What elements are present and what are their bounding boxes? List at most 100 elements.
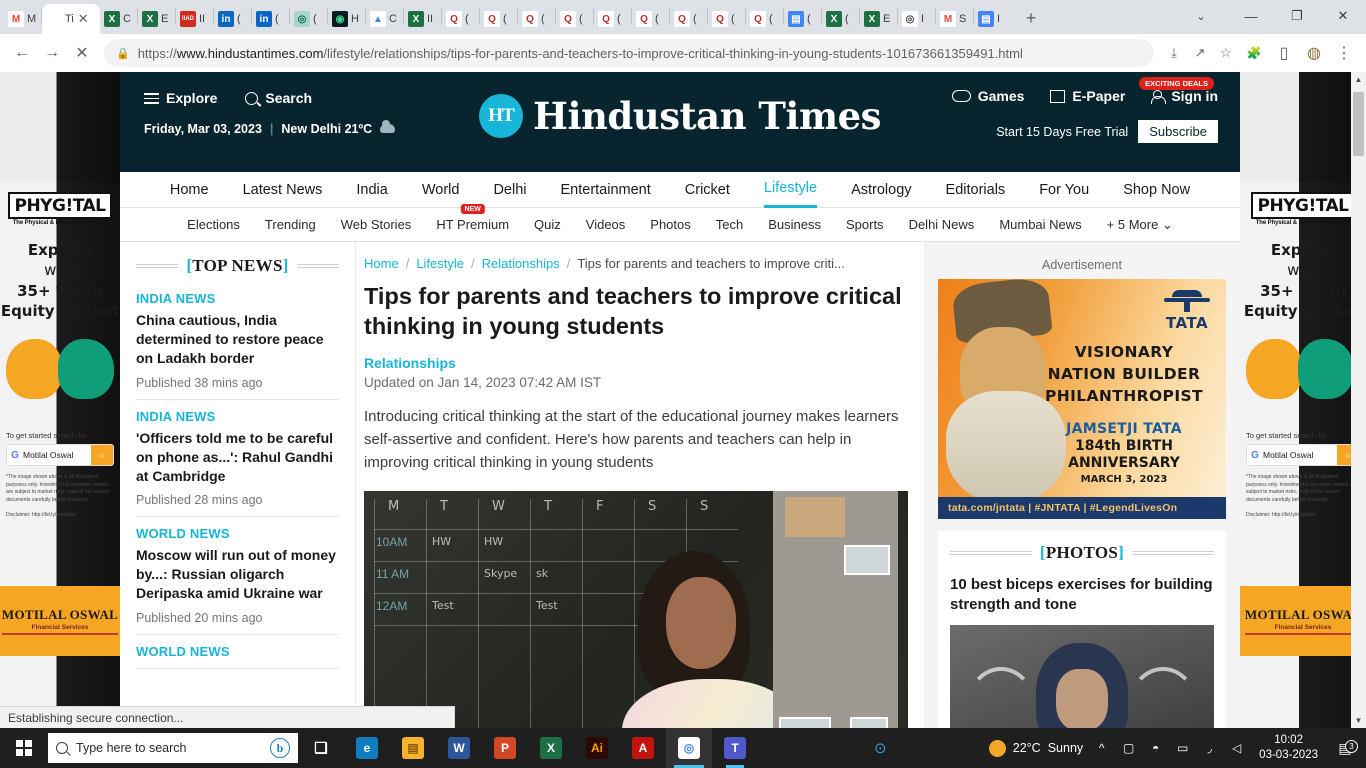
epaper-link[interactable]: E-Paper <box>1050 88 1125 104</box>
stop-loading-icon[interactable]: ✕ <box>68 39 96 67</box>
nav-item-entertainment[interactable]: Entertainment <box>560 182 650 198</box>
browser-tab[interactable]: ◉ H <box>328 4 365 34</box>
browser-tab[interactable]: Ti ✕ <box>42 4 100 34</box>
nav-item-for-you[interactable]: For You <box>1039 182 1089 198</box>
nav-item-lifestyle[interactable]: Lifestyle <box>763 172 818 208</box>
bing-chat-icon[interactable]: b <box>270 738 290 758</box>
nav-item-home[interactable]: Home <box>170 182 209 198</box>
taskbar-file-explorer[interactable]: ▤ <box>390 728 436 768</box>
search-icon[interactable]: ○ <box>91 445 113 465</box>
new-tab-button[interactable]: + <box>1017 4 1045 32</box>
extensions-icon[interactable]: 🧩 <box>1240 39 1268 67</box>
browser-tab[interactable]: X II <box>404 4 441 34</box>
share-icon[interactable]: ↗ <box>1188 41 1212 65</box>
nav-item-world[interactable]: World <box>422 182 460 198</box>
subnav-item-delhi-news[interactable]: Delhi News <box>909 217 975 232</box>
tab-close-icon[interactable]: ✕ <box>78 11 89 27</box>
scroll-down-arrow[interactable]: ▼ <box>1351 713 1366 728</box>
browser-tab[interactable]: Q( <box>670 4 707 34</box>
browser-tab[interactable]: XE <box>860 4 897 34</box>
side-panel-icon[interactable]: ▯ <box>1270 39 1298 67</box>
taskbar-powerpoint[interactable]: P <box>482 728 528 768</box>
nav-item-latest-news[interactable]: Latest News <box>243 182 323 198</box>
signin-link[interactable]: EXCITING DEALS Sign in <box>1139 77 1218 104</box>
search-button[interactable]: Search <box>245 90 312 106</box>
nav-item-delhi[interactable]: Delhi <box>493 182 526 198</box>
article-category-link[interactable]: Relationships <box>364 355 908 371</box>
nav-item-astrology[interactable]: Astrology <box>851 182 911 198</box>
subnav-item-business[interactable]: Business <box>768 217 821 232</box>
browser-tab[interactable]: IIAD II <box>176 4 213 34</box>
browser-tab[interactable]: Q( <box>708 4 745 34</box>
browser-tab[interactable]: Q( <box>632 4 669 34</box>
taskbar-edge[interactable]: e <box>344 728 390 768</box>
scroll-up-arrow[interactable]: ▲ <box>1351 72 1366 87</box>
browser-tab[interactable]: Q( <box>480 4 517 34</box>
nav-item-cricket[interactable]: Cricket <box>685 182 730 198</box>
chevron-up-icon[interactable]: ^ <box>1093 741 1110 755</box>
browser-tab[interactable]: MM <box>4 4 41 34</box>
browser-tab[interactable]: XE <box>138 4 175 34</box>
list-item[interactable]: WORLD NEWS <box>136 635 339 669</box>
profile-avatar[interactable]: ◍ <box>1300 39 1328 67</box>
browser-tab[interactable]: Q( <box>518 4 555 34</box>
browser-tab[interactable]: Q( <box>746 4 783 34</box>
help-icon[interactable]: ⊙ <box>872 739 889 757</box>
subnav-item-trending[interactable]: Trending <box>265 217 316 232</box>
taskbar-search-input[interactable]: Type here to search b <box>48 733 298 763</box>
nav-item-editorials[interactable]: Editorials <box>946 182 1006 198</box>
ad-search-box[interactable]: G Motilal Oswal ○ <box>1246 444 1360 466</box>
taskbar-chrome[interactable]: ◎ <box>666 728 712 768</box>
subnav-item-videos[interactable]: Videos <box>586 217 626 232</box>
tata-advertisement[interactable]: TATA VISIONARY NATION BUILDER PHILANTHRO… <box>938 279 1226 519</box>
news-headline[interactable]: China cautious, India determined to rest… <box>136 311 339 369</box>
nav-item-shop-now[interactable]: Shop Now <box>1123 182 1190 198</box>
browser-tab[interactable]: ▲ C <box>366 4 403 34</box>
subnav-item-mumbai-news[interactable]: Mumbai News <box>999 217 1081 232</box>
taskbar-acrobat[interactable]: A <box>620 728 666 768</box>
subnav-item-web-stories[interactable]: Web Stories <box>341 217 412 232</box>
browser-tab[interactable]: ▤ I <box>974 4 1011 34</box>
ad-search-box[interactable]: G Motilal Oswal ○ <box>6 444 114 466</box>
taskbar-word[interactable]: W <box>436 728 482 768</box>
taskbar-task-view[interactable]: ❑ <box>298 728 344 768</box>
page-scrollbar[interactable]: ▲ ▼ <box>1351 72 1366 728</box>
browser-tab[interactable]: Q( <box>594 4 631 34</box>
list-item[interactable]: INDIA NEWS China cautious, India determin… <box>136 282 339 400</box>
taskbar-teams[interactable]: T <box>712 728 758 768</box>
scrollbar-thumb[interactable] <box>1353 92 1364 156</box>
games-link[interactable]: Games <box>951 88 1024 104</box>
list-item[interactable]: WORLD NEWS Moscow will run out of money b… <box>136 517 339 635</box>
list-item[interactable]: INDIA NEWS 'Officers told me to be carefu… <box>136 400 339 518</box>
address-bar[interactable]: 🔒 https://www.hindustantimes.com/lifesty… <box>104 39 1154 67</box>
browser-tab[interactable]: Q( <box>556 4 593 34</box>
browser-tab[interactable]: XC <box>100 4 137 34</box>
bookmark-star-icon[interactable]: ☆ <box>1214 41 1238 65</box>
breadcrumb-item[interactable]: Relationships <box>482 256 560 271</box>
close-button[interactable]: ✕ <box>1320 0 1366 32</box>
browser-tab[interactable]: in( <box>214 4 251 34</box>
browser-tab[interactable]: ◎( <box>290 4 327 34</box>
breadcrumb-item[interactable]: Lifestyle <box>416 256 464 271</box>
action-center-button[interactable]: ▤ 3 <box>1332 739 1358 757</box>
subnav-item-quiz[interactable]: Quiz <box>534 217 561 232</box>
browser-tab[interactable]: MS <box>936 4 973 34</box>
browser-tab[interactable]: ◎ I <box>898 4 935 34</box>
battery-icon[interactable]: ▭ <box>1174 741 1191 755</box>
right-skyscraper-ad[interactable]: PHYG!TAL The Physical & Digital of Inves… <box>1240 72 1366 728</box>
taskbar-excel[interactable]: X <box>528 728 574 768</box>
tab-search-icon[interactable]: ⌄ <box>1186 0 1216 32</box>
explore-button[interactable]: Explore <box>144 90 217 107</box>
breadcrumb-item[interactable]: Home <box>364 256 399 271</box>
subnav-item-ht-premium[interactable]: HT Premium NEW <box>436 204 509 232</box>
subscribe-button[interactable]: Subscribe <box>1138 120 1218 143</box>
volume-muted-icon[interactable]: ◓ <box>1147 741 1164 755</box>
taskbar-illustrator[interactable]: Ai <box>574 728 620 768</box>
wifi-icon[interactable]: ◞ <box>1201 741 1218 755</box>
news-headline[interactable]: 'Officers told me to be careful on phone… <box>136 429 339 487</box>
taskbar-weather[interactable]: 22°C Sunny <box>988 739 1083 757</box>
browser-tab[interactable]: in( <box>252 4 289 34</box>
photos-thumbnail[interactable] <box>950 624 1214 728</box>
news-headline[interactable]: Moscow will run out of money by...: Russ… <box>136 546 339 604</box>
browser-tab[interactable]: ▤( <box>784 4 821 34</box>
